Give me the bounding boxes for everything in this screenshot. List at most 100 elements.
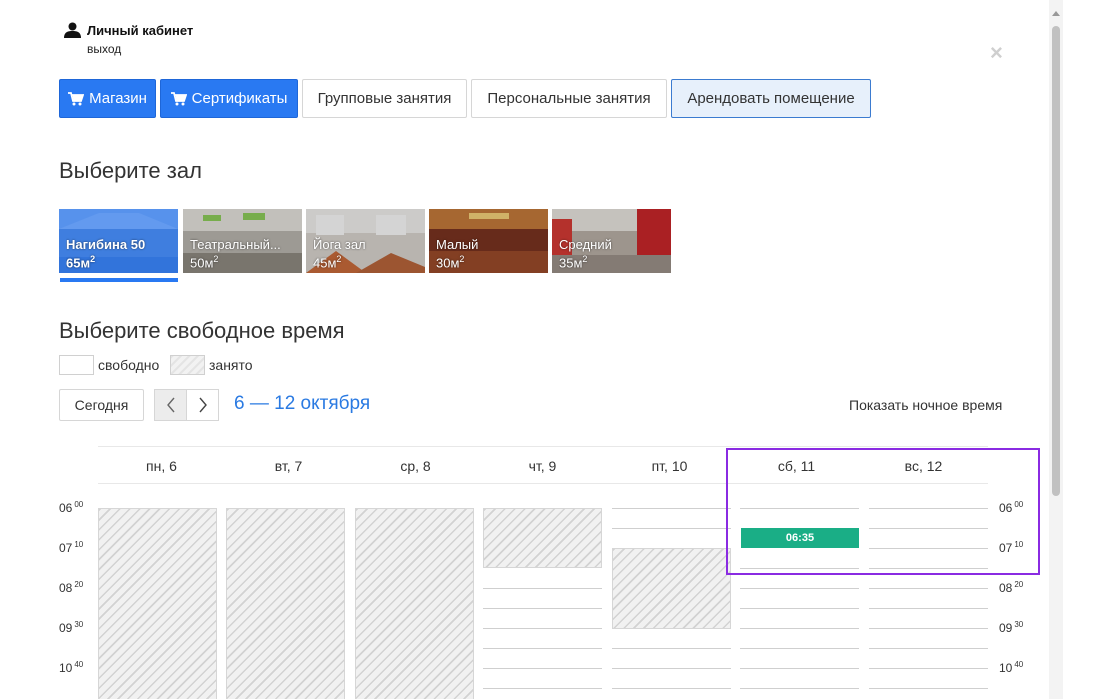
grid-line: [612, 528, 731, 529]
day-header: пн, 6: [146, 458, 177, 474]
calendar-header-bottom-line: [98, 483, 988, 484]
hall-area: 50м: [190, 255, 214, 271]
scroll-up-arrow[interactable]: [1052, 11, 1060, 16]
close-icon[interactable]: ×: [990, 42, 1003, 64]
day-header: чт, 9: [528, 458, 557, 474]
calendar-header-top-line: [98, 446, 988, 447]
time-label-right: 10 40: [999, 660, 1024, 675]
time-label-right: 07 10: [999, 540, 1024, 555]
time-title: Выберите свободное время: [59, 318, 345, 343]
area-sup: 2: [90, 254, 96, 264]
time-label-left: 09 30: [59, 620, 84, 635]
day-column-sat[interactable]: 06:35: [740, 488, 859, 699]
tab-personal-classes[interactable]: Персональные занятия: [471, 79, 667, 118]
legend-free-swatch: [59, 355, 94, 375]
grid-line: [483, 628, 602, 629]
tab-certificates[interactable]: Сертификаты: [160, 79, 298, 118]
time-label-left: 06 00: [59, 500, 84, 515]
hall-name: Нагибина 50: [66, 237, 146, 252]
grid-line: [483, 668, 602, 669]
grid-line: [740, 588, 859, 589]
hall-name: Йога зал: [313, 237, 366, 252]
tab-personal-classes-label: Персональные занятия: [487, 90, 651, 107]
selected-hall-indicator: [60, 278, 178, 282]
grid-line: [740, 628, 859, 629]
time-label-right: 09 30: [999, 620, 1024, 635]
grid-line: [740, 648, 859, 649]
today-button[interactable]: Сегодня: [59, 389, 144, 421]
grid-line: [869, 648, 988, 649]
next-week-button[interactable]: [186, 389, 219, 421]
busy-slot: [355, 508, 474, 699]
day-column-mon[interactable]: [98, 488, 217, 699]
grid-line: [740, 668, 859, 669]
hall-area: 35м: [559, 255, 583, 271]
day-column-fri[interactable]: [612, 488, 731, 699]
chevron-left-icon: [166, 397, 175, 413]
tab-group-classes-label: Групповые занятия: [317, 90, 452, 107]
time-label-left: 10 40: [59, 660, 84, 675]
time-label-right: 06 00: [999, 500, 1024, 515]
grid-line: [740, 568, 859, 569]
tab-shop[interactable]: Магазин: [59, 79, 156, 118]
hall-card-nagibina[interactable]: Нагибина 50 65м2: [59, 209, 178, 273]
grid-line: [483, 588, 602, 589]
grid-line: [740, 608, 859, 609]
prev-week-button[interactable]: [154, 389, 187, 421]
free-slot-booking[interactable]: 06:35: [741, 528, 859, 548]
grid-line: [740, 508, 859, 509]
busy-slot: [483, 508, 602, 568]
hall-card-medium[interactable]: Средний 35м2: [552, 209, 671, 273]
grid-line: [483, 688, 602, 689]
hall-name: Средний: [559, 237, 612, 252]
show-night-time-link[interactable]: Показать ночное время: [849, 397, 1002, 413]
cart-icon: [170, 91, 187, 105]
logout-link[interactable]: выход: [87, 42, 121, 56]
hall-area: 30м: [436, 255, 460, 271]
day-column-wed[interactable]: [355, 488, 474, 699]
hall-card-small[interactable]: Малый 30м2: [429, 209, 548, 273]
busy-slot: [98, 508, 217, 699]
day-header: пт, 10: [651, 458, 688, 474]
busy-slot: [226, 508, 345, 699]
hall-card-yoga[interactable]: Йога зал 45м2: [306, 209, 425, 273]
scrollbar-thumb[interactable]: [1052, 26, 1060, 496]
day-header: ср, 8: [400, 458, 431, 474]
grid-line: [869, 548, 988, 549]
grid-line: [869, 588, 988, 589]
busy-slot: [612, 548, 731, 629]
hall-area: 65м: [66, 255, 91, 271]
area-sup: 2: [582, 254, 588, 264]
grid-line: [869, 508, 988, 509]
date-range: 6 — 12 октября: [234, 393, 371, 414]
area-sup: 2: [336, 254, 342, 264]
area-sup: 2: [459, 254, 465, 264]
hall-card-theatre[interactable]: Театральный... 50м2: [183, 209, 302, 273]
grid-line: [869, 628, 988, 629]
day-column-tue[interactable]: [226, 488, 345, 699]
time-label-left: 07 10: [59, 540, 84, 555]
day-column-thu[interactable]: [483, 488, 602, 699]
grid-line: [483, 648, 602, 649]
time-label-left: 08 20: [59, 580, 84, 595]
grid-line: [612, 508, 731, 509]
grid-line: [612, 688, 731, 689]
day-column-sun[interactable]: [869, 488, 988, 699]
legend-busy-swatch: [170, 355, 205, 375]
legend-busy-label: занято: [209, 357, 253, 373]
grid-line: [869, 608, 988, 609]
chevron-right-icon: [198, 397, 207, 413]
tab-rent-room-label: Арендовать помещение: [687, 90, 855, 107]
tab-rent-room[interactable]: Арендовать помещение: [671, 79, 871, 118]
cart-icon: [68, 91, 85, 105]
grid-line: [869, 568, 988, 569]
grid-line: [740, 688, 859, 689]
tab-group-classes[interactable]: Групповые занятия: [302, 79, 467, 118]
legend-free-label: свободно: [98, 357, 160, 373]
time-label-right: 08 20: [999, 580, 1024, 595]
hall-name: Театральный...: [190, 237, 281, 252]
grid-line: [869, 668, 988, 669]
account-title[interactable]: Личный кабинет: [87, 23, 193, 38]
tab-shop-label: Магазин: [89, 90, 147, 107]
day-header: вт, 7: [274, 458, 303, 474]
